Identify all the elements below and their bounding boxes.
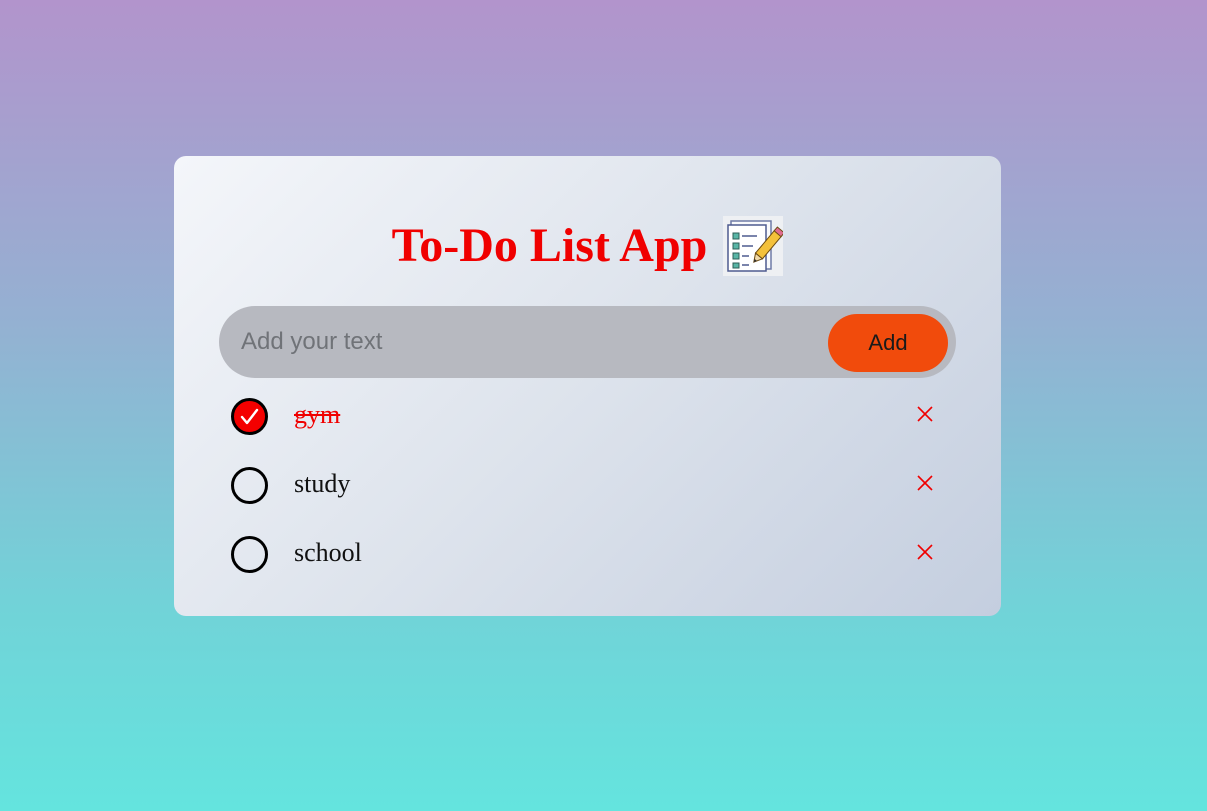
checked-circle-icon[interactable] xyxy=(231,398,268,435)
header: To-Do List App xyxy=(174,216,1001,276)
list-item[interactable]: study xyxy=(229,465,949,505)
close-icon[interactable] xyxy=(915,542,935,562)
list-item[interactable]: gym xyxy=(229,396,949,436)
checklist-pencil-icon xyxy=(723,216,784,276)
task-label: school xyxy=(294,538,362,567)
close-icon[interactable] xyxy=(915,404,935,424)
task-label: study xyxy=(294,469,351,498)
add-button[interactable]: Add xyxy=(828,314,948,372)
task-input[interactable] xyxy=(241,306,801,378)
page-title: To-Do List App xyxy=(391,219,708,272)
list-item[interactable]: school xyxy=(229,534,949,574)
close-icon[interactable] xyxy=(915,473,935,493)
task-label: gym xyxy=(294,400,341,429)
add-task-bar: Add xyxy=(219,306,956,378)
unchecked-circle-icon[interactable] xyxy=(231,467,268,504)
unchecked-circle-icon[interactable] xyxy=(231,536,268,573)
todo-card: To-Do List App Add your text Add gym stu… xyxy=(174,156,1001,616)
